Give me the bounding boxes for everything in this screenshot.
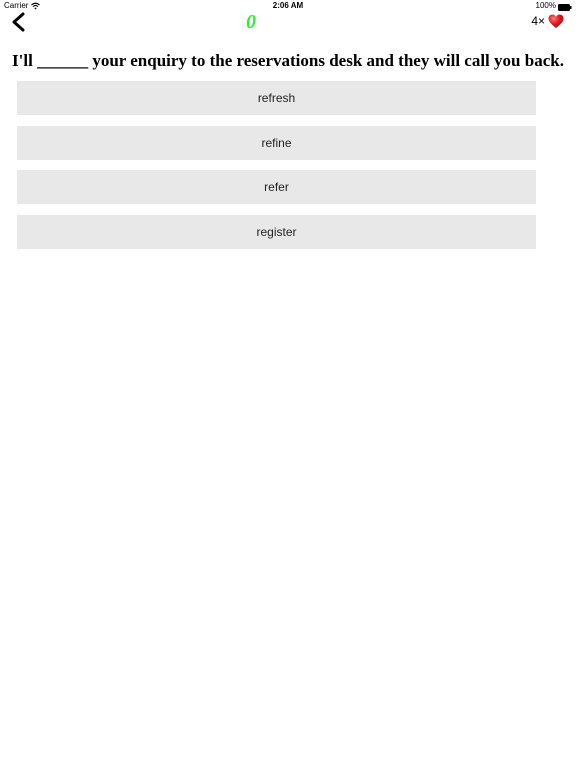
question-text: I'll ______ your enquiry to the reservat…: [12, 51, 564, 70]
score-display: 0: [246, 11, 256, 33]
nav-bar: 0 4×: [0, 11, 576, 40]
status-bar: Carrier 2:06 AM 100%: [0, 0, 576, 12]
lives-indicator: 4×: [531, 12, 564, 30]
answer-options: refresh refine refer register: [17, 81, 536, 259]
option-button-refer[interactable]: refer: [17, 170, 536, 204]
option-button-register[interactable]: register: [17, 214, 536, 249]
battery-percent: 100%: [535, 1, 556, 10]
battery-icon: [558, 3, 572, 11]
heart-icon: [548, 14, 564, 29]
chevron-left-icon: [12, 12, 25, 32]
back-button[interactable]: [8, 12, 32, 32]
lives-count: 4×: [531, 14, 545, 28]
option-button-refresh[interactable]: refresh: [17, 81, 536, 115]
status-time: 2:06 AM: [272, 1, 304, 10]
option-button-refine[interactable]: refine: [17, 125, 536, 160]
battery-indicator: 100%: [536, 0, 572, 12]
